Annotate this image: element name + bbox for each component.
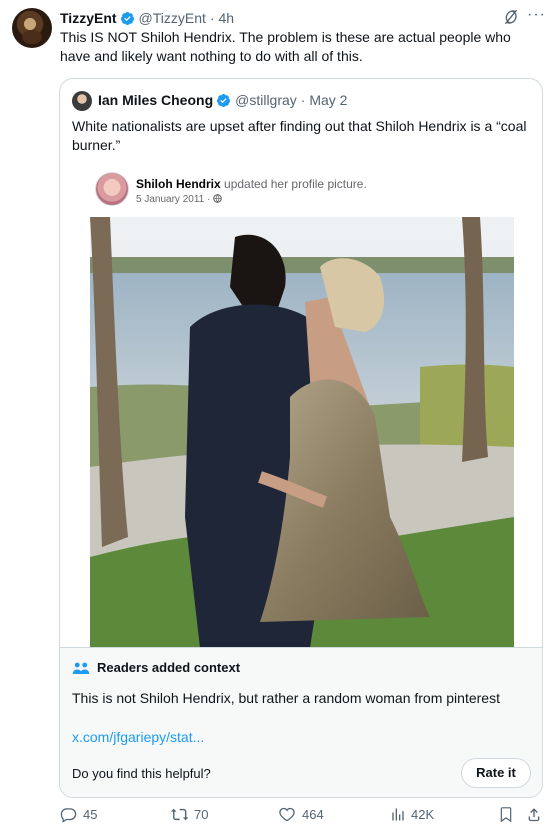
couple-photo[interactable] [90, 217, 514, 648]
community-note: Readers added context This is not Shiloh… [60, 647, 542, 797]
share-button[interactable] [526, 806, 548, 823]
facebook-post-date: 5 January 2011 · [136, 194, 211, 205]
reply-icon [60, 808, 77, 823]
globe-icon [213, 194, 222, 203]
readers-icon [72, 662, 90, 674]
author-handle[interactable]: @TizzyEnt [139, 10, 206, 26]
note-source-link[interactable]: x.com/jfgariepy/stat... [72, 729, 204, 745]
note-body: This is not Shiloh Hendrix, but rather a… [72, 690, 500, 706]
repost-count: 70 [194, 807, 209, 822]
tweet-text: This IS NOT Shiloh Hendrix. The problem … [60, 29, 511, 64]
like-count: 464 [302, 807, 324, 822]
tweet-actions-bar: 45 70 464 42K [0, 806, 550, 830]
quote-text: White nationalists are upset after findi… [72, 118, 527, 153]
like-button[interactable]: 464 [278, 806, 324, 823]
quote-header: Ian Miles Cheong @stillgray · May 2 [98, 92, 347, 108]
tweet-time[interactable]: · 4h [210, 10, 234, 26]
bookmark-button[interactable] [498, 806, 520, 823]
views-button[interactable]: 42K [389, 806, 434, 823]
more-icon[interactable]: ··· [527, 6, 545, 24]
facebook-avatar [95, 172, 129, 206]
note-title-text: Readers added context [97, 660, 241, 675]
facebook-post-title: Shiloh Hendrix updated her profile pictu… [136, 177, 367, 191]
quote-author-name[interactable]: Ian Miles Cheong [98, 92, 213, 108]
quote-author-avatar[interactable] [72, 91, 92, 111]
grok-icon[interactable] [502, 8, 520, 26]
share-icon [528, 808, 540, 822]
rate-it-button[interactable]: Rate it [461, 758, 531, 788]
author-name[interactable]: TizzyEnt [60, 10, 117, 26]
like-icon [279, 807, 295, 822]
facebook-user-name: Shiloh Hendrix [136, 177, 221, 191]
facebook-action: updated her profile picture. [224, 177, 367, 191]
verified-badge-icon [217, 93, 231, 107]
note-helpful-question: Do you find this helpful? [72, 766, 211, 781]
tweet-header: TizzyEnt @TizzyEnt · 4h [60, 9, 234, 27]
views-count: 42K [411, 807, 435, 822]
repost-button[interactable]: 70 [170, 806, 208, 823]
facebook-post-header: Shiloh Hendrix updated her profile pictu… [90, 169, 515, 209]
reply-count: 45 [83, 807, 98, 822]
views-icon [392, 808, 404, 821]
quote-author-handle[interactable]: @stillgray [235, 92, 297, 108]
facebook-post-date-row: 5 January 2011 · [136, 194, 222, 205]
bookmark-icon [500, 807, 512, 823]
reply-button[interactable]: 45 [60, 806, 97, 823]
author-avatar[interactable] [12, 8, 52, 48]
verified-badge-icon [120, 11, 134, 25]
quote-time[interactable]: · May 2 [301, 92, 348, 108]
repost-icon [170, 808, 188, 821]
quoted-tweet[interactable]: Ian Miles Cheong @stillgray · May 2 Whit… [59, 78, 543, 798]
note-title: Readers added context [72, 660, 240, 675]
